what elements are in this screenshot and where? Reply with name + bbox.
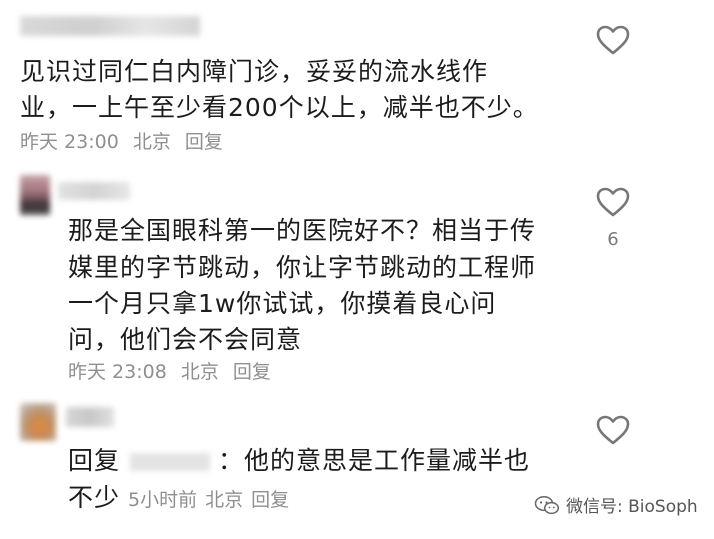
reply-text-line: 回复 ：他的意思是工作量减半也	[68, 444, 530, 478]
like-button[interactable]	[595, 414, 631, 446]
comment-location: 北京	[205, 489, 244, 511]
comment-meta: 5小时前 北京 回复	[128, 489, 297, 511]
comment-meta: 昨天 23:08 北京 回复	[68, 360, 279, 384]
comment-text-line: 媒里的字节跳动，你让字节跳动的工程师	[68, 253, 537, 282]
reply-button[interactable]: 回复	[233, 361, 271, 383]
comment-meta: 昨天 23:00 北京 回复	[20, 130, 231, 154]
comment-time: 5小时前	[128, 489, 198, 511]
comment-text-line: 问，他们会不会同意	[68, 325, 303, 354]
heart-outline-icon	[596, 415, 630, 445]
reply-button[interactable]: 回复	[251, 489, 289, 511]
reply-text: ：他的意思是工作量减半也	[218, 446, 531, 475]
like-count: 6	[607, 229, 619, 250]
comment-text-line: 那是全国眼科第一的医院好不？相当于传	[68, 216, 537, 245]
heart-outline-icon	[596, 187, 630, 217]
username-redacted	[66, 407, 114, 427]
comment-text-line: 业，一上午至少看200个以上，减半也不少。	[20, 93, 539, 122]
wechat-icon	[534, 495, 560, 514]
reply-text-line-2: 不少 5小时前 北京 回复	[68, 481, 297, 517]
watermark: 微信号: BioSoph	[534, 492, 698, 517]
comment-location: 北京	[132, 131, 171, 153]
like-button[interactable]	[595, 24, 631, 56]
reply-button[interactable]: 回复	[185, 131, 223, 153]
reply-prefix: 回复	[68, 446, 121, 475]
comment-text-line: 见识过同仁白内障门诊，妥妥的流水线作	[20, 57, 489, 86]
comment-location: 北京	[180, 361, 219, 383]
comment-time: 昨天 23:08	[68, 361, 167, 383]
username-redacted	[20, 16, 200, 36]
username-redacted	[58, 182, 130, 200]
reply-text: 不少	[68, 483, 121, 512]
comment-text-line: 一个月只拿1w你试试，你摸着良心问	[68, 289, 497, 318]
comment-time: 昨天 23:00	[20, 131, 119, 153]
mention-redacted	[130, 453, 211, 471]
watermark-text: 微信号: BioSoph	[566, 497, 698, 517]
like-button[interactable]	[595, 186, 631, 218]
avatar[interactable]	[20, 403, 56, 441]
heart-outline-icon	[596, 25, 630, 55]
avatar[interactable]	[20, 175, 50, 215]
